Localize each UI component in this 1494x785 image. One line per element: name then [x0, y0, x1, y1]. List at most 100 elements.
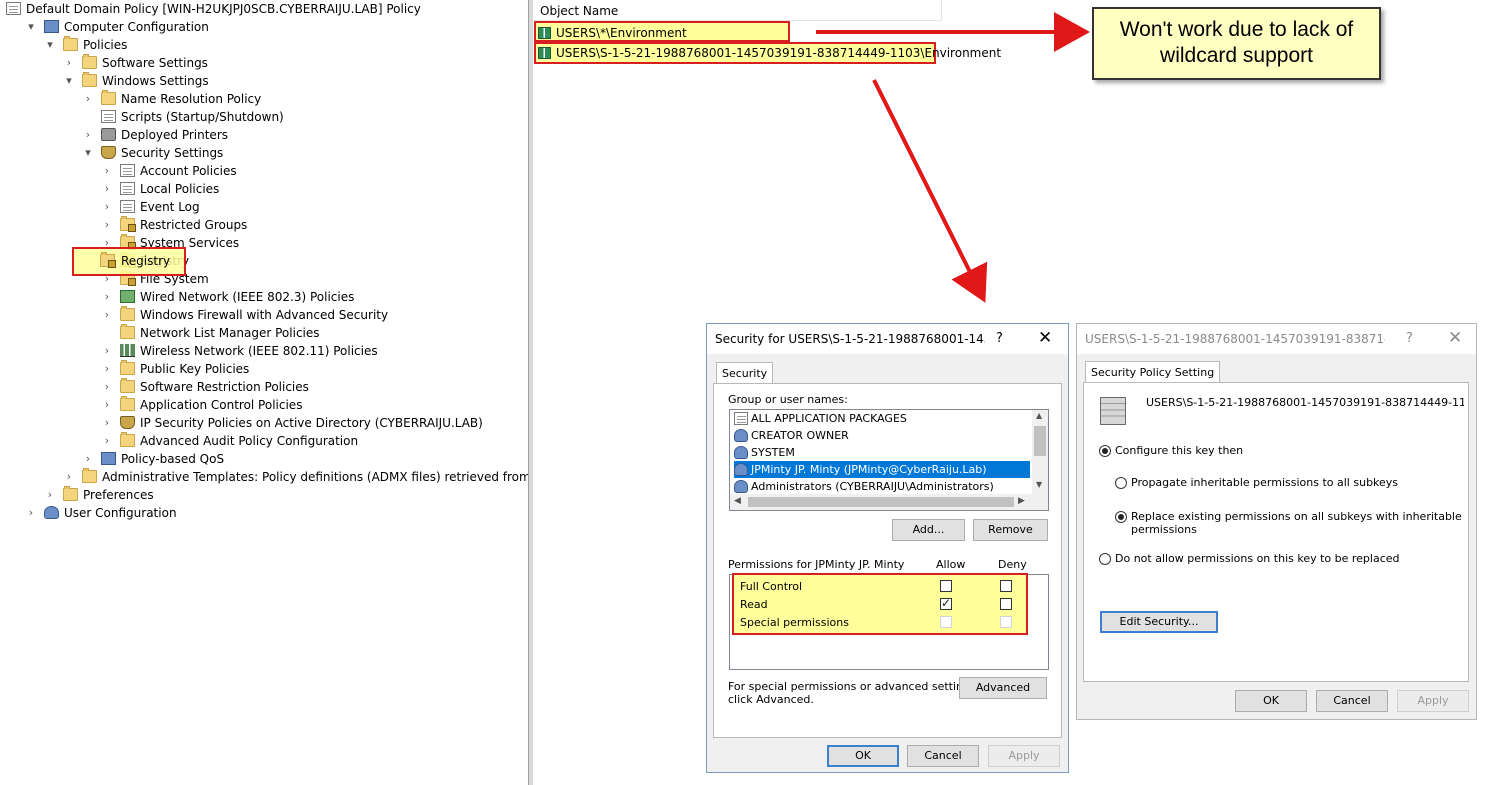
chevron-right-icon[interactable]: › [101, 396, 113, 414]
chevron-right-icon[interactable]: › [101, 216, 113, 234]
group-name: Administrators (CYBERRAIJU\Administrator… [751, 480, 994, 493]
add-button[interactable]: Add... [892, 519, 965, 541]
chevron-right-icon[interactable]: › [63, 54, 75, 72]
help-button[interactable]: ? [1406, 331, 1413, 346]
tree-item[interactable]: › Application Control Policies [0, 396, 528, 414]
tree-item[interactable]: ▾ Security Settings [0, 144, 528, 162]
chevron-right-icon[interactable]: › [101, 378, 113, 396]
tree-item-label: Software Settings [102, 56, 208, 70]
scroll-right-icon[interactable]: ▶ [1018, 496, 1025, 506]
ok-button[interactable]: OK [1235, 690, 1307, 712]
tree-item[interactable]: › Advanced Audit Policy Configuration [0, 432, 528, 450]
tree-item[interactable]: › Account Policies [0, 162, 528, 180]
chevron-right-icon[interactable]: › [82, 126, 94, 144]
chevron-right-icon[interactable]: › [101, 414, 113, 432]
tree-item[interactable]: › Preferences [0, 486, 528, 504]
security-dialog-titlebar[interactable]: Security for USERS\S-1-5-21-1988768001-1… [707, 324, 1068, 354]
read-deny-checkbox[interactable] [1000, 598, 1012, 610]
chevron-right-icon[interactable]: › [101, 306, 113, 324]
tab-security[interactable]: Security [716, 362, 774, 384]
cancel-button[interactable]: Cancel [1316, 690, 1388, 712]
chevron-right-icon[interactable]: › [44, 486, 56, 504]
advanced-note-line-2: click Advanced. [728, 693, 814, 706]
tree-item[interactable]: Network List Manager Policies [0, 324, 528, 342]
policy-dialog-titlebar[interactable]: USERS\S-1-5-21-1988768001-1457039191-838… [1077, 324, 1476, 354]
tree-item-label: Deployed Printers [121, 128, 229, 142]
chevron-right-icon[interactable]: › [101, 360, 113, 378]
scroll-left-icon[interactable]: ◀ [734, 496, 741, 506]
tree-item[interactable]: Scripts (Startup/Shutdown) [0, 108, 528, 126]
horizontal-scrollbar[interactable]: ◀ ▶ [730, 494, 1048, 510]
do-not-replace-radio[interactable] [1099, 553, 1111, 565]
pane-splitter[interactable] [528, 0, 533, 785]
chevron-right-icon[interactable]: › [82, 90, 94, 108]
tree-item[interactable]: › Deployed Printers [0, 126, 528, 144]
user-icon [734, 463, 748, 476]
tree-item[interactable]: › Event Log [0, 198, 528, 216]
group-list-item[interactable]: CREATOR OWNER [734, 427, 1030, 444]
full-control-allow-checkbox[interactable] [940, 580, 952, 592]
close-icon[interactable]: ✕ [1448, 328, 1462, 348]
replace-radio[interactable] [1115, 511, 1127, 523]
remove-button[interactable]: Remove [973, 519, 1048, 541]
group-list-item[interactable]: Administrators (CYBERRAIJU\Administrator… [734, 478, 1030, 495]
help-button[interactable]: ? [996, 331, 1003, 346]
chevron-down-icon[interactable]: ▾ [82, 144, 94, 162]
tree-item-label: Restricted Groups [140, 218, 248, 232]
folder-icon [120, 324, 135, 339]
scroll-down-icon[interactable]: ▼ [1036, 480, 1042, 489]
tree-item[interactable]: › Wired Network (IEEE 802.3) Policies [0, 288, 528, 306]
tree-item[interactable]: › Software Restriction Policies [0, 378, 528, 396]
chevron-down-icon[interactable]: ▾ [63, 72, 75, 90]
tree-item[interactable]: › Windows Firewall with Advanced Security [0, 306, 528, 324]
edit-security-button[interactable]: Edit Security... [1100, 611, 1218, 633]
full-control-deny-checkbox[interactable] [1000, 580, 1012, 592]
tree-item[interactable]: › Public Key Policies [0, 360, 528, 378]
close-icon[interactable]: ✕ [1038, 328, 1052, 348]
chevron-right-icon[interactable]: › [101, 288, 113, 306]
tree-item[interactable]: › Restricted Groups [0, 216, 528, 234]
column-header-label: Object Name [540, 4, 619, 18]
vertical-scrollbar[interactable]: ▲ ▼ [1032, 410, 1048, 494]
tab-security-policy-setting[interactable]: Security Policy Setting [1085, 361, 1221, 383]
tree-item[interactable]: › Administrative Templates: Policy defini… [0, 468, 528, 486]
chevron-down-icon[interactable]: ▾ [44, 36, 56, 54]
chevron-right-icon[interactable]: › [82, 450, 94, 468]
list-item[interactable]: USERS\*\Environment [538, 24, 788, 42]
chevron-right-icon[interactable]: › [101, 432, 113, 450]
tree-item[interactable]: › Software Settings [0, 54, 528, 72]
propagate-radio[interactable] [1115, 477, 1127, 489]
tree-item[interactable]: › IP Security Policies on Active Director… [0, 414, 528, 432]
tree-item[interactable]: ▾ Windows Settings [0, 72, 528, 90]
ok-button[interactable]: OK [827, 745, 899, 767]
scroll-thumb[interactable] [748, 497, 1014, 507]
tree-item[interactable]: › Wireless Network (IEEE 802.11) Policies [0, 342, 528, 360]
chevron-right-icon[interactable]: › [63, 468, 75, 486]
chevron-right-icon[interactable]: › [101, 342, 113, 360]
chevron-right-icon[interactable]: › [101, 198, 113, 216]
locked-folder-icon [100, 252, 116, 268]
folder-icon [63, 486, 78, 501]
chevron-right-icon[interactable]: › [101, 180, 113, 198]
tree-item[interactable]: › Local Policies [0, 180, 528, 198]
list-item[interactable]: USERS\S-1-5-21-1988768001-1457039191-838… [538, 44, 1001, 62]
tree-item[interactable]: ▾ Computer Configuration [0, 18, 528, 36]
chevron-down-icon[interactable]: ▾ [25, 18, 37, 36]
tree-item[interactable]: Default Domain Policy [WIN-H2UKJPJ0SCB.C… [0, 0, 528, 18]
group-list-item[interactable]: JPMinty JP. Minty (JPMinty@CyberRaiju.La… [734, 461, 1030, 478]
group-list-item[interactable]: ALL APPLICATION PACKAGES [734, 410, 1030, 427]
scroll-thumb[interactable] [1034, 426, 1046, 456]
group-list-item[interactable]: SYSTEM [734, 444, 1030, 461]
tree-item[interactable]: › User Configuration [0, 504, 528, 522]
tree-item[interactable]: › Name Resolution Policy [0, 90, 528, 108]
group-list[interactable]: ALL APPLICATION PACKAGES CREATOR OWNER SYS… [729, 409, 1049, 511]
advanced-button[interactable]: Advanced [959, 677, 1047, 699]
tree-item[interactable]: ▾ Policies [0, 36, 528, 54]
tree-item[interactable]: › Policy-based QoS [0, 450, 528, 468]
read-allow-checkbox[interactable] [940, 596, 952, 610]
cancel-button[interactable]: Cancel [907, 745, 979, 767]
chevron-right-icon[interactable]: › [101, 162, 113, 180]
configure-key-radio[interactable] [1099, 445, 1111, 457]
chevron-right-icon[interactable]: › [25, 504, 37, 522]
scroll-up-icon[interactable]: ▲ [1036, 411, 1042, 420]
